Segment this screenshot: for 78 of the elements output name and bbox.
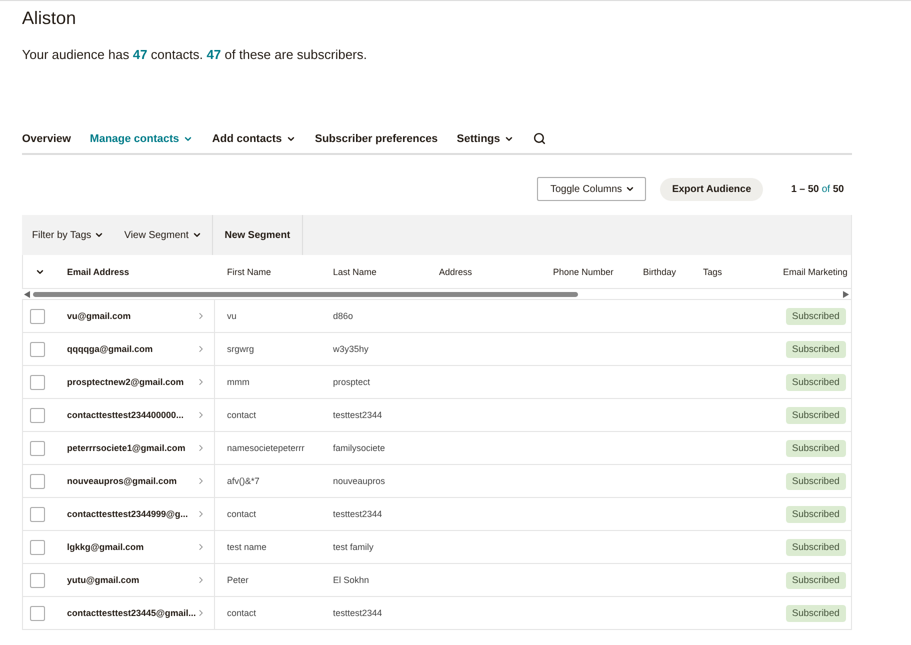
row-checkbox[interactable]	[30, 374, 45, 390]
table-cell-text: prosptect	[332, 377, 372, 387]
column-header: Email Marketing	[782, 266, 849, 276]
audience-summary: Your audience has 47 contacts. 47 of these are subscribers.	[22, 47, 368, 62]
status-badge: Subscribed	[786, 374, 846, 390]
table-cell-text: srgwrg	[226, 344, 256, 354]
email-link[interactable]: contacttesttest23445@gmail...	[67, 608, 196, 618]
column-header: Tags	[702, 266, 724, 276]
table-cell-text: contact	[226, 608, 258, 618]
table-cell-text: test name	[226, 542, 268, 552]
table-cell-text: w3y35hy	[332, 344, 370, 354]
email-link[interactable]: peterrrsociete1@gmail.com	[67, 443, 186, 453]
nav-tab[interactable]: Manage contacts	[90, 132, 194, 144]
column-header: Address	[438, 266, 474, 276]
status-badge: Subscribed	[786, 472, 846, 490]
row-checkbox[interactable]	[30, 342, 45, 356]
left-arrow-icon[interactable]	[24, 290, 30, 298]
row-checkbox[interactable]	[30, 474, 45, 488]
toggle-columns-button[interactable]: Toggle Columns	[537, 177, 646, 201]
table-cell-text: nouveaupros	[332, 476, 386, 486]
table-cell-text: afv()&*7	[226, 476, 261, 486]
table-cell-text: contact	[226, 509, 258, 519]
email-link[interactable]: nouveaupros@gmail.com	[67, 476, 177, 486]
email-link[interactable]: qqqqga@gmail.com	[67, 344, 153, 354]
table-cell-text: Peter	[226, 575, 250, 585]
table-cell-text: d86o	[332, 311, 354, 321]
caret-icon	[94, 230, 104, 240]
caret-icon	[192, 230, 202, 240]
pagination-range: 1 – 50 of 50	[791, 184, 844, 194]
email-link[interactable]: prosptectnew2@gmail.com	[67, 377, 184, 387]
table-cell-text: mmm	[226, 377, 250, 387]
email-link[interactable]: vu@gmail.com	[67, 311, 131, 321]
table-cell-text: test family	[332, 542, 375, 552]
status-badge: Subscribed	[786, 506, 846, 522]
row-checkbox[interactable]	[30, 308, 45, 324]
status-badge: Subscribed	[786, 440, 846, 456]
audience-title: Aliston	[22, 8, 78, 29]
status-badge: Subscribed	[786, 406, 846, 424]
filter-button[interactable]: View Segment	[114, 215, 213, 255]
table-cell-text: vu	[226, 311, 238, 321]
column-header: Phone Number	[552, 266, 615, 276]
row-checkbox[interactable]	[30, 408, 45, 422]
table-cell-text: El Sokhn	[332, 575, 370, 585]
email-link[interactable]: contacttesttest2344999@g...	[67, 509, 188, 519]
table-cell-text: namesocietepeterrr	[226, 443, 306, 453]
row-checkbox[interactable]	[30, 506, 45, 522]
status-badge: Subscribed	[786, 308, 846, 324]
status-badge: Subscribed	[786, 604, 846, 622]
table-cell-text: familysociete	[332, 443, 386, 453]
status-badge: Subscribed	[786, 538, 846, 556]
caret-icon	[625, 184, 636, 194]
status-badge: Subscribed	[786, 340, 846, 358]
email-link[interactable]: lgkkg@gmail.com	[67, 542, 144, 552]
nav-tab[interactable]: Settings	[456, 132, 514, 144]
nav-tab[interactable]: Add contacts	[212, 132, 296, 144]
column-header: First Name	[226, 266, 272, 276]
column-header: Last Name	[332, 266, 378, 276]
table-cell-text: testtest2344	[332, 509, 384, 519]
table-cell-text: contact	[226, 410, 258, 420]
email-link[interactable]: yutu@gmail.com	[67, 575, 140, 585]
filter-button[interactable]: Filter by Tags	[22, 215, 114, 255]
table-cell-text: testtest2344	[332, 410, 384, 420]
row-checkbox[interactable]	[30, 440, 45, 456]
row-checkbox[interactable]	[30, 572, 45, 588]
row-checkbox[interactable]	[30, 606, 45, 620]
status-badge: Subscribed	[786, 572, 846, 588]
nav-tab[interactable]: Overview	[22, 132, 71, 144]
column-header: Birthday	[642, 266, 678, 276]
export-audience-button[interactable]: Export Audience	[660, 178, 764, 200]
table-cell-text: testtest2344	[332, 608, 384, 618]
search-icon[interactable]	[533, 132, 546, 145]
horizontal-scrollbar[interactable]	[22, 289, 851, 300]
column-header: Email Address	[66, 266, 130, 276]
nav-tab[interactable]: Subscriber preferences	[314, 132, 438, 144]
row-checkbox[interactable]	[30, 540, 45, 554]
filter-button[interactable]: New Segment	[212, 215, 304, 255]
right-arrow-icon[interactable]	[843, 290, 849, 298]
email-link[interactable]: contacttesttest234400000...	[67, 410, 184, 420]
